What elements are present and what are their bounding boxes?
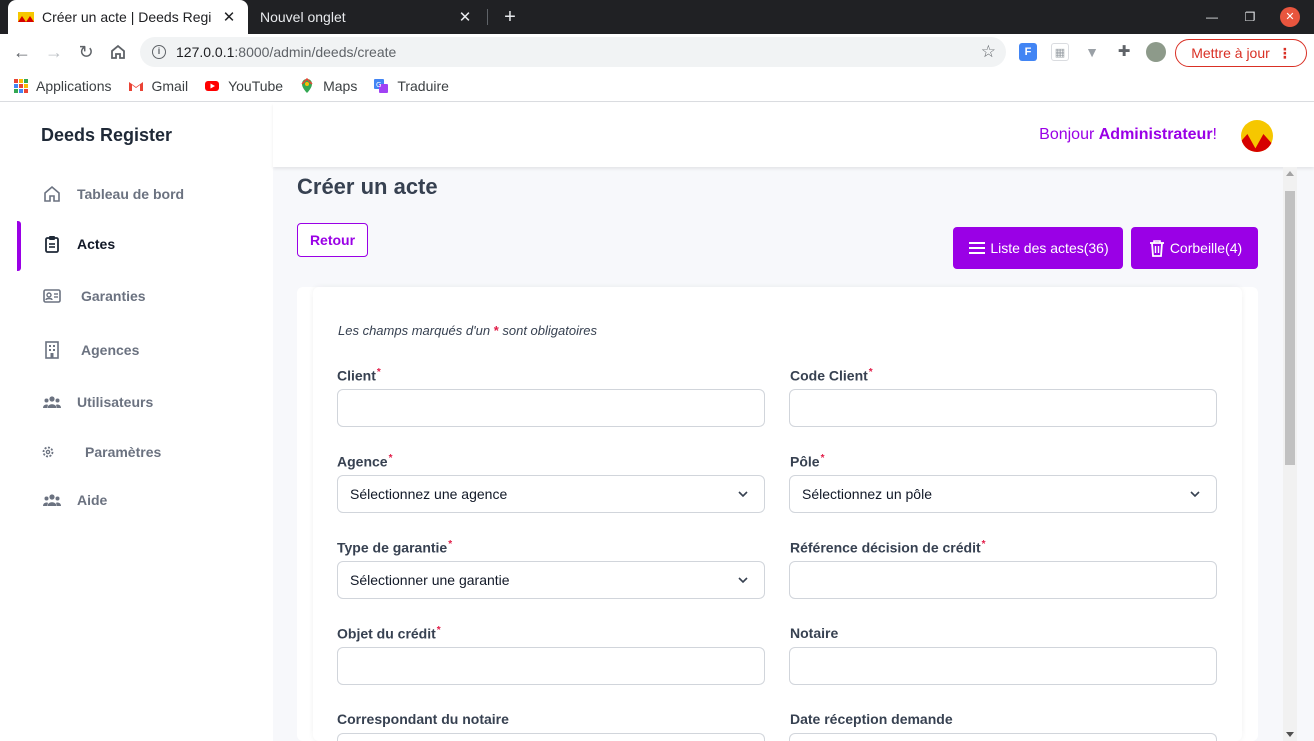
client-input[interactable] [337,389,765,427]
code-client-input[interactable] [789,389,1217,427]
agence-select[interactable]: Sélectionnez une agence [337,475,765,513]
back-button[interactable]: Retour [297,223,368,257]
close-tab-icon[interactable]: ✕ [220,8,238,26]
maps-icon [301,77,313,93]
objet-credit-label: Objet du crédit* [337,625,441,642]
page-scrollbar[interactable] [1283,167,1297,741]
menu-dots-icon: ⋮ [1277,44,1292,61]
bookmark-translate[interactable]: G Traduire [373,78,449,94]
translate-icon: G [374,78,389,93]
forward-arrow-icon[interactable]: → [42,40,66,64]
window-close-icon[interactable]: ✕ [1280,7,1300,27]
extension-v-icon[interactable]: ▼ [1083,43,1101,61]
back-arrow-icon[interactable]: ← [10,40,34,64]
bookmark-youtube[interactable]: YouTube [204,78,283,94]
correspondant-notaire-label: Correspondant du notaire [337,711,509,727]
required-fields-note: Les champs marqués d'un * sont obligatoi… [338,323,598,338]
browser-toolbar: ← → ↻ i 127.0.0.1:8000/admin/deeds/creat… [0,34,1314,70]
objet-credit-input[interactable] [337,647,765,685]
tab-title: Créer un acte | Deeds Regi [42,9,212,25]
date-reception-demande-label: Date réception demande [790,711,953,727]
site-info-icon[interactable]: i [152,45,166,59]
bookmarks-bar: Applications Gmail YouTube Maps G Tradui… [0,70,1314,102]
building-icon [45,341,59,359]
home-icon [44,185,60,202]
users-icon [43,396,61,408]
youtube-icon [205,80,220,91]
bookmark-maps[interactable]: Maps [299,77,357,94]
sidebar-item-utilisateurs[interactable]: Utilisateurs [0,390,273,414]
sidebar-item-garanties[interactable]: Garanties [0,284,273,308]
id-card-icon [43,289,61,303]
gmail-icon [128,81,143,91]
bookmark-applications[interactable]: Applications [14,78,112,94]
reference-decision-credit-input[interactable] [789,561,1217,599]
brand-title: Deeds Register [41,125,173,145]
profile-avatar[interactable] [1146,42,1166,62]
chevron-down-icon [1190,491,1200,498]
extension-grid-icon[interactable]: ▦ [1051,43,1069,61]
scroll-up-arrow-icon[interactable] [1286,171,1294,176]
clipboard-icon [45,236,59,253]
extension-f-icon[interactable]: F [1019,43,1037,61]
sidebar-item-aide[interactable]: Aide [0,488,273,512]
agence-label: Agence* [337,453,393,470]
sidebar: Deeds Register Tableau de bord Actes Gar… [0,103,273,741]
tab-separator [487,9,488,25]
top-header: Bonjour Administrateur! [273,103,1314,167]
deeds-list-button[interactable]: Liste des actes(36) [953,227,1123,269]
notaire-input[interactable] [789,647,1217,685]
type-garantie-select[interactable]: Sélectionner une garantie [337,561,765,599]
code-client-label: Code Client* [790,367,873,384]
url-text: 127.0.0.1:8000/admin/deeds/create [176,44,397,60]
browser-tab-active[interactable]: Créer un acte | Deeds Regi ✕ [8,0,248,34]
list-icon [969,242,986,254]
pole-label: Pôle* [790,453,825,470]
site-favicon-icon [18,9,34,25]
apps-grid-icon [14,78,28,93]
browser-tab-inactive[interactable]: Nouvel onglet ✕ [248,0,486,34]
sidebar-item-tableau-de-bord[interactable]: Tableau de bord [0,182,273,206]
new-tab-icon[interactable]: + [498,4,522,30]
correspondant-notaire-input[interactable] [337,733,765,741]
type-garantie-label: Type de garantie* [337,539,453,556]
notaire-label: Notaire [790,625,839,641]
tab-title: Nouvel onglet [260,9,346,25]
extensions-puzzle-icon[interactable]: ✚ [1115,43,1133,61]
sidebar-item-parametres[interactable]: Paramètres [0,440,273,464]
home-button-icon[interactable] [106,40,130,64]
address-bar[interactable]: i 127.0.0.1:8000/admin/deeds/create ☆ [140,37,1006,67]
chevron-down-icon [738,491,748,498]
browser-tab-bar: Créer un acte | Deeds Regi ✕ Nouvel ongl… [0,0,1314,34]
date-reception-demande-input[interactable] [789,733,1217,741]
trash-button[interactable]: Corbeille(4) [1131,227,1258,269]
sidebar-item-actes[interactable]: Actes [0,232,273,256]
reload-icon[interactable]: ↻ [74,40,98,64]
scroll-down-arrow-icon[interactable] [1286,732,1294,737]
update-button[interactable]: Mettre à jour ⋮ [1175,39,1307,67]
bookmark-star-icon[interactable]: ☆ [981,42,996,62]
user-avatar[interactable] [1241,120,1273,152]
client-label: Client* [337,367,381,384]
scrollbar-thumb[interactable] [1285,191,1295,465]
page-title: Créer un acte [297,174,438,199]
svg-text:G: G [376,81,381,89]
greeting-text: Bonjour Administrateur! [1039,126,1217,143]
reference-decision-credit-label: Référence décision de crédit* [790,539,986,556]
bookmark-gmail[interactable]: Gmail [128,78,188,94]
chevron-down-icon [738,577,748,584]
minimize-icon[interactable]: — [1202,7,1222,27]
gear-icon [42,446,54,458]
close-tab-icon[interactable]: ✕ [456,8,474,26]
users-icon [43,494,61,506]
sidebar-item-agences[interactable]: Agences [0,338,273,362]
pole-select[interactable]: Sélectionnez un pôle [789,475,1217,513]
maximize-icon[interactable]: ❐ [1240,7,1260,27]
trash-icon [1149,240,1164,257]
